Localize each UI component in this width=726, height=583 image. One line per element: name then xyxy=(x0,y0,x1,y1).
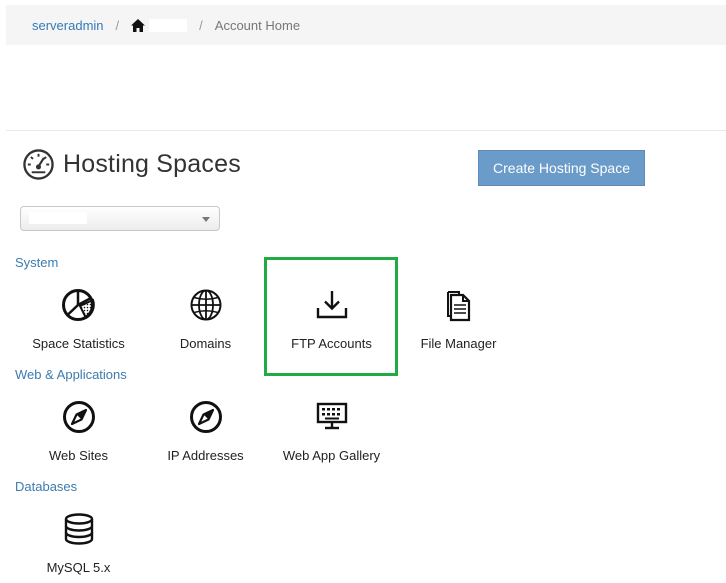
compass-icon xyxy=(190,401,222,433)
download-icon xyxy=(316,291,348,319)
home-icon xyxy=(131,18,146,32)
pie-chart-icon xyxy=(62,289,95,321)
breadcrumb-current: Account Home xyxy=(214,17,301,33)
tile-label: Web Sites xyxy=(48,448,108,463)
tile-mysql[interactable]: MySQL 5.x xyxy=(15,494,142,583)
masked-space-name xyxy=(149,18,188,32)
tile-label: FTP Accounts xyxy=(291,336,372,351)
tile-label: IP Addresses xyxy=(167,448,244,463)
tile-web-app-gallery[interactable]: Web App Gallery xyxy=(268,382,395,478)
monitor-keyboard-icon xyxy=(316,402,348,430)
tile-file-manager[interactable]: File Manager xyxy=(395,270,522,366)
file-copy-icon xyxy=(447,291,471,322)
breadcrumb-user-link[interactable]: serveradmin xyxy=(32,18,104,33)
gauge-icon xyxy=(23,149,54,180)
globe-icon xyxy=(190,289,222,321)
tile-label: Space Statistics xyxy=(32,336,125,351)
tile-label: MySQL 5.x xyxy=(46,560,111,575)
tile-domains[interactable]: Domains xyxy=(142,270,269,366)
compass-icon xyxy=(63,401,95,433)
tile-label: Domains xyxy=(179,336,232,351)
section-databases: Databases xyxy=(15,479,78,494)
section-web-applications: Web & Applications xyxy=(15,367,127,382)
masked-select-value xyxy=(29,212,87,224)
breadcrumb-separator: / xyxy=(199,17,203,33)
breadcrumb-home-link[interactable] xyxy=(131,18,188,32)
tile-space-statistics[interactable]: Space Statistics xyxy=(15,270,142,366)
create-hosting-space-button[interactable]: Create Hosting Space xyxy=(478,150,645,186)
section-system: System xyxy=(15,255,59,270)
chevron-down-icon xyxy=(202,217,210,222)
database-icon xyxy=(64,513,94,545)
page-title: Hosting Spaces xyxy=(22,148,241,181)
tile-label: File Manager xyxy=(420,336,497,351)
hosting-space-select[interactable] xyxy=(20,206,220,231)
breadcrumb: serveradmin / / Account Home xyxy=(6,5,726,45)
tile-ip-addresses[interactable]: IP Addresses xyxy=(142,382,269,478)
tile-web-sites[interactable]: Web Sites xyxy=(15,382,142,478)
page-title-text: Hosting Spaces xyxy=(63,150,241,178)
breadcrumb-separator: / xyxy=(115,17,120,33)
divider xyxy=(6,130,726,131)
tile-label: Web App Gallery xyxy=(282,448,381,463)
tile-ftp-accounts[interactable]: FTP Accounts xyxy=(268,270,395,366)
